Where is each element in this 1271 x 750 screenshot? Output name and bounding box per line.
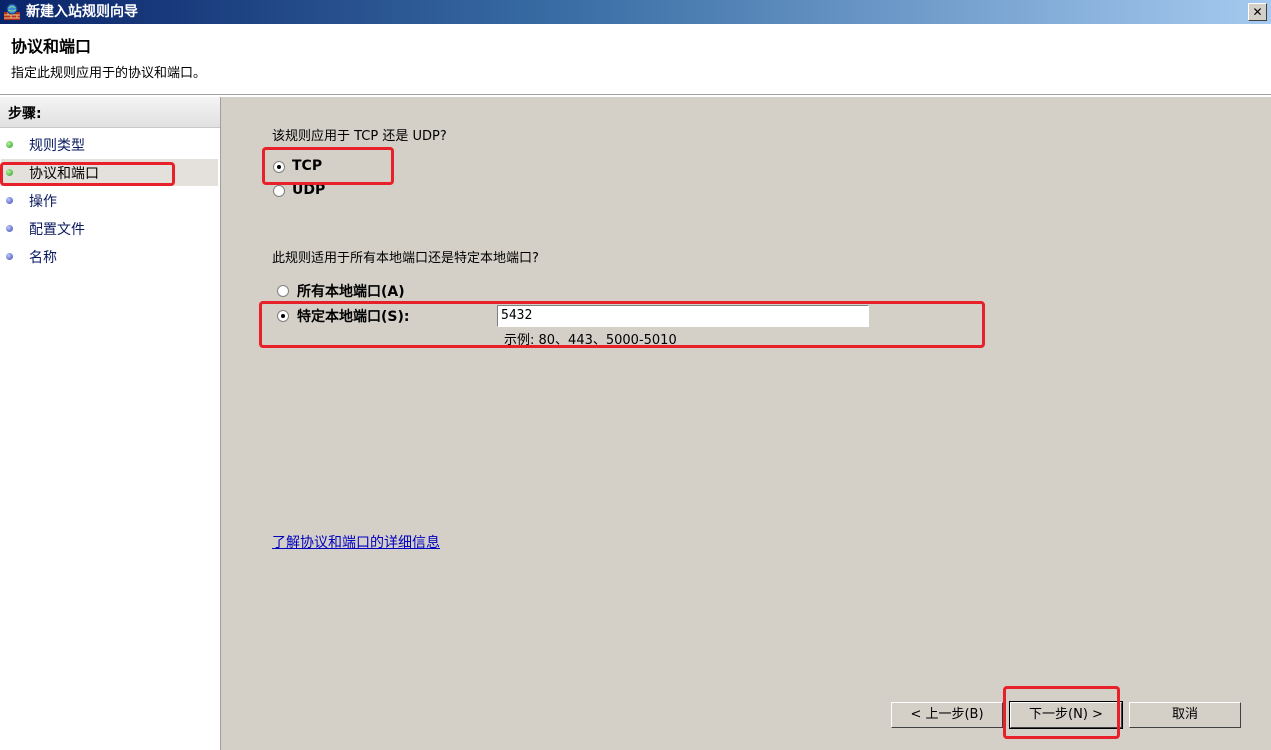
step-label: 规则类型 [29, 138, 85, 154]
all-ports-radio[interactable] [277, 285, 289, 297]
steps-heading: 步骤: [0, 97, 220, 128]
cancel-button[interactable]: 取消 [1129, 702, 1241, 728]
step-rule-type[interactable]: 规则类型 [1, 131, 218, 158]
wizard-header: 协议和端口 指定此规则应用于的协议和端口。 [0, 24, 1271, 95]
step-pending-icon [6, 253, 13, 260]
protocol-question: 该规则应用于 TCP 还是 UDP? [272, 129, 447, 144]
title-bar: 新建入站规则向导 ✕ [0, 0, 1271, 24]
help-link[interactable]: 了解协议和端口的详细信息 [272, 532, 440, 552]
step-profile[interactable]: 配置文件 [1, 215, 218, 242]
steps-heading-label: 步骤: [8, 106, 42, 122]
step-name[interactable]: 名称 [1, 243, 218, 270]
highlight-specific-port [259, 301, 985, 348]
step-label: 操作 [29, 194, 57, 210]
steps-panel: 步骤: 规则类型 协议和端口 操作 配置文件 名称 [0, 97, 221, 750]
step-label: 配置文件 [29, 222, 85, 238]
all-ports-label[interactable]: 所有本地端口(A) [297, 281, 405, 301]
page-subtitle: 指定此规则应用于的协议和端口。 [11, 66, 207, 81]
highlight-tcp [262, 147, 394, 185]
step-pending-icon [6, 197, 13, 204]
highlight-next-button [1003, 686, 1120, 739]
back-button[interactable]: < 上一步(B) [891, 702, 1003, 728]
step-pending-icon [6, 225, 13, 232]
firewall-app-icon [4, 3, 20, 20]
highlight-step-protocol [0, 162, 175, 186]
step-action[interactable]: 操作 [1, 187, 218, 214]
step-done-icon [6, 141, 13, 148]
port-question: 此规则适用于所有本地端口还是特定本地端口? [272, 251, 539, 266]
page-title: 协议和端口 [11, 37, 92, 56]
step-label: 名称 [29, 250, 57, 266]
main-panel: 该规则应用于 TCP 还是 UDP? TCP UDP 此规则适用于所有本地端口还… [224, 97, 1271, 750]
window-title: 新建入站规则向导 [26, 4, 138, 20]
udp-radio[interactable] [273, 185, 285, 197]
close-icon[interactable]: ✕ [1248, 3, 1267, 21]
